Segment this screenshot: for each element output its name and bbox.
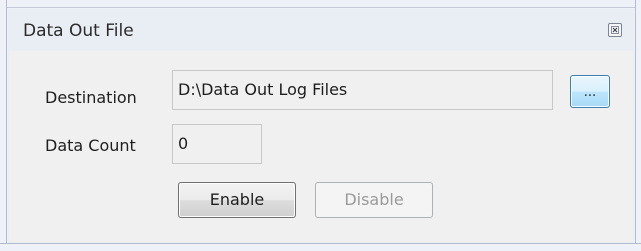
panel-title: Data Out File — [23, 21, 134, 41]
close-icon — [611, 26, 619, 34]
disable-button: Disable — [315, 182, 433, 218]
data-count-field[interactable]: 0 — [172, 124, 262, 164]
frame-left-edge — [0, 0, 7, 251]
data-out-file-panel: Data Out File Destination D:\Data Out Lo… — [8, 9, 634, 243]
destination-field[interactable]: D:\Data Out Log Files — [172, 70, 553, 110]
data-count-label: Data Count — [45, 136, 136, 155]
panel-content: Destination D:\Data Out Log Files ... Da… — [9, 51, 633, 242]
frame-top — [0, 0, 641, 8]
destination-label: Destination — [45, 88, 137, 107]
browse-button[interactable]: ... — [570, 75, 610, 108]
frame-right-edge — [635, 0, 641, 251]
window-frame: Data Out File Destination D:\Data Out Lo… — [0, 0, 641, 251]
close-button[interactable] — [608, 23, 622, 37]
frame-bottom-edge — [0, 243, 641, 251]
enable-button[interactable]: Enable — [178, 182, 296, 218]
panel-title-bar: Data Out File — [8, 9, 634, 51]
